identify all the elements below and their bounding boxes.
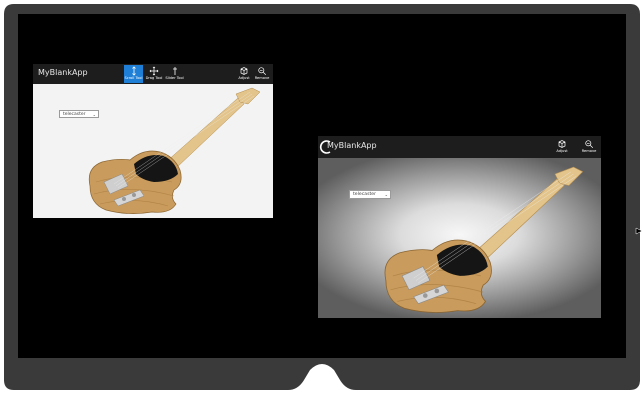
scroll-tool-button[interactable]: Scroll Tool <box>124 65 143 83</box>
remove-icon <box>585 140 594 149</box>
adjust-icon <box>240 67 248 75</box>
drag-tool-label: Drag Tool <box>145 76 163 80</box>
adjust-button[interactable]: Adjust <box>237 65 251 80</box>
adjust-label: Adjust <box>556 149 568 153</box>
app-title: MyBlankApp <box>38 68 88 77</box>
remove-button[interactable]: Remove <box>254 65 270 80</box>
remove-label: Remove <box>581 149 597 153</box>
adjust-label: Adjust <box>238 76 250 80</box>
app-title: MyBlankApp <box>327 141 377 150</box>
remove-icon <box>258 67 267 76</box>
remove-label: Remove <box>254 76 270 80</box>
model-dropdown-value: telecaster <box>63 112 86 117</box>
app-bar: MyBlankApp Scroll Tool Drag Tool Slider … <box>33 64 273 84</box>
app-bar: MyBlankApp Adjust Remove <box>318 136 601 158</box>
drag-tool-button[interactable]: Drag Tool <box>144 65 164 80</box>
back-arc-icon[interactable] <box>318 138 334 156</box>
scroll-icon <box>131 66 136 76</box>
chevron-down-icon: ⌄ <box>92 112 96 117</box>
scroll-tool-label: Scroll Tool <box>124 76 143 80</box>
model-dropdown-value: telecaster <box>353 192 376 197</box>
app-window-secondary[interactable]: MyBlankApp Adjust Remove telecaster ⌄ <box>318 136 601 318</box>
chevron-down-icon: ⌄ <box>384 192 388 197</box>
slider-tool-button[interactable]: Slider Tool <box>164 65 185 80</box>
telecaster-guitar-model[interactable] <box>78 86 268 216</box>
canvas-area[interactable]: telecaster ⌄ <box>318 158 601 318</box>
cursor-icon <box>635 227 643 235</box>
model-dropdown[interactable]: telecaster ⌄ <box>349 190 391 199</box>
adjust-icon <box>558 140 566 148</box>
remove-button[interactable]: Remove <box>580 138 598 153</box>
drag-icon <box>149 66 159 76</box>
slider-icon <box>172 67 177 75</box>
canvas-area[interactable]: telecaster ⌄ <box>33 84 273 218</box>
adjust-button[interactable]: Adjust <box>554 138 570 153</box>
telecaster-guitar-model[interactable] <box>372 164 592 316</box>
app-window-primary[interactable]: MyBlankApp Scroll Tool Drag Tool Slider … <box>33 64 273 218</box>
model-dropdown[interactable]: telecaster ⌄ <box>59 110 99 118</box>
slider-tool-label: Slider Tool <box>165 76 184 80</box>
